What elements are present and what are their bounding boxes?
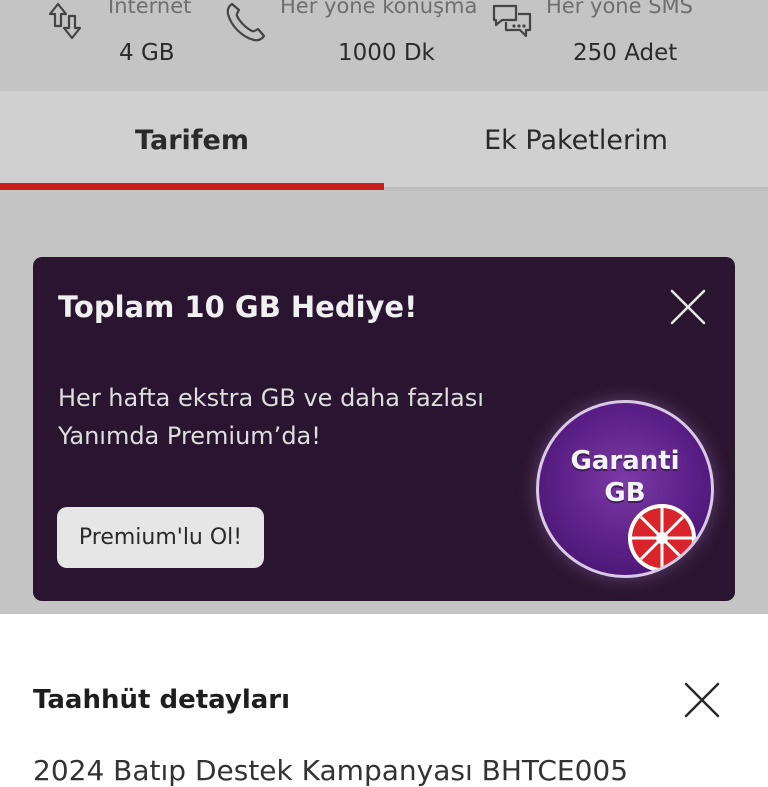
tab-divider: [384, 187, 768, 190]
active-tab-indicator: [0, 183, 384, 190]
tab-tarifem[interactable]: Tarifem: [0, 91, 384, 190]
close-icon[interactable]: [682, 680, 722, 720]
promo-description: Her hafta ekstra GB ve daha fazlası Yanı…: [58, 379, 538, 455]
allowance-label: Her yöne SMS: [546, 0, 693, 18]
allowance-label: Her yöne konuşma: [280, 0, 478, 18]
chat-bubbles-icon: [490, 0, 534, 44]
commitment-sheet: Taahhüt detayları 2024 Batıp Destek Kamp…: [0, 614, 768, 787]
allowance-value: 250 Adet: [573, 40, 678, 66]
sheet-body-text: 2024 Batıp Destek Kampanyası BHTCE005: [33, 754, 629, 787]
promo-description-line: Her hafta ekstra GB ve daha fazlası: [58, 384, 484, 412]
allowance-value: 4 GB: [119, 40, 175, 66]
garanti-gb-badge: Garanti GB: [536, 400, 714, 578]
promo-description-line: Yanımda Premium’da!: [58, 422, 321, 450]
tab-ek-paketlerim[interactable]: Ek Paketlerim: [384, 91, 768, 190]
prize-wheel-icon: [625, 501, 699, 575]
allowance-label: İnternet: [108, 0, 192, 18]
phone-icon: [224, 0, 268, 44]
sheet-title: Taahhüt detayları: [33, 685, 291, 715]
badge-text: Garanti GB: [539, 445, 711, 509]
allowance-value: 1000 Dk: [338, 40, 435, 66]
data-transfer-icon: [44, 0, 88, 44]
premium-button[interactable]: Premium'lu Ol!: [57, 507, 264, 568]
promo-card: Toplam 10 GB Hediye! Her hafta ekstra GB…: [33, 257, 735, 601]
promo-title: Toplam 10 GB Hediye!: [58, 290, 418, 324]
allowance-strip: İnternet 4 GB Her yöne konuşma 1000 Dk H…: [0, 0, 768, 88]
badge-line: Garanti: [570, 446, 680, 476]
tab-bar: Tarifem Ek Paketlerim: [0, 91, 768, 190]
close-icon[interactable]: [668, 287, 708, 327]
